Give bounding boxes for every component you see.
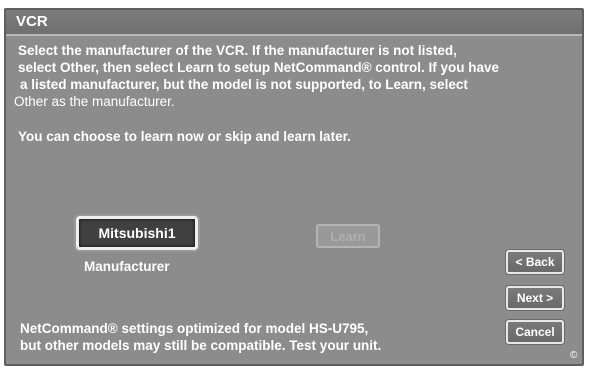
title-bar: VCR [6, 10, 582, 36]
learn-button[interactable]: Learn [316, 224, 380, 248]
instruction-line-4: Other as the manufacturer. [14, 94, 175, 109]
instruction-line-5: You can choose to learn now or skip and … [18, 129, 351, 144]
instruction-line-1: Select the manufacturer of the VCR. If t… [18, 43, 457, 58]
cancel-button[interactable]: Cancel [506, 320, 564, 344]
footer-line-2: but other models may still be compatible… [20, 338, 382, 353]
manufacturer-selector[interactable]: Mitsubishi1 [76, 216, 198, 250]
instruction-line-3: a listed manufacturer, but the model is … [20, 77, 468, 92]
next-button[interactable]: Next > [506, 286, 564, 310]
manufacturer-label: Manufacturer [84, 259, 170, 274]
copyright-mark: © [570, 350, 578, 361]
footer-line-1: NetCommand® settings optimized for model… [20, 321, 369, 336]
dialog-title: VCR [16, 13, 48, 30]
back-button[interactable]: < Back [506, 250, 564, 274]
instruction-line-2: select Other, then select Learn to setup… [18, 60, 500, 75]
